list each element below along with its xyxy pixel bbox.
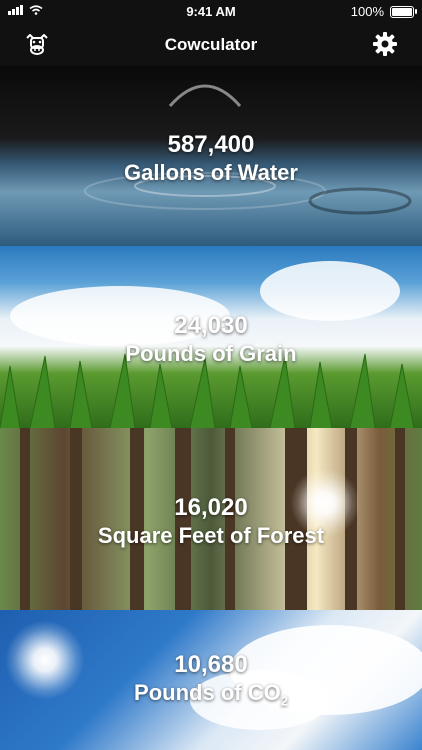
water-value: 587,400	[167, 131, 255, 158]
nav-bar: Cowculator	[0, 22, 422, 66]
water-stat: 587,400 Gallons of Water	[124, 131, 298, 187]
battery-icon	[390, 5, 417, 18]
co2-label: Pounds of CO2	[134, 679, 288, 715]
settings-button[interactable]	[370, 30, 400, 58]
status-bar: 9:41 AM 100%	[0, 0, 422, 22]
co2-label-subscript: 2	[280, 693, 288, 709]
gear-icon	[373, 32, 397, 56]
battery-percent: 100%	[350, 4, 384, 19]
status-right: 100%	[350, 4, 417, 19]
co2-label-text: Pounds of CO	[134, 679, 281, 705]
grain-label: Pounds of Grain	[125, 341, 297, 366]
forest-panel[interactable]: 16,020 Square Feet of Forest	[0, 428, 422, 610]
grain-stat: 24,030 Pounds of Grain	[125, 312, 296, 368]
grain-panel[interactable]: 24,030 Pounds of Grain	[0, 246, 422, 428]
nav-title: Cowculator	[164, 35, 258, 54]
forest-stat: 16,020 Square Feet of Forest	[98, 494, 324, 550]
water-panel[interactable]: 587,400 Gallons of Water	[0, 66, 422, 246]
water-label: Gallons of Water	[124, 160, 298, 185]
grain-value: 24,030	[174, 312, 248, 339]
co2-panel[interactable]: 10,680 Pounds of CO2	[0, 610, 422, 750]
forest-label: Square Feet of Forest	[97, 523, 325, 548]
forest-value: 16,020	[174, 494, 248, 521]
sun-glare-co2	[5, 620, 85, 700]
co2-stat: 10,680 Pounds of CO2	[134, 651, 288, 715]
co2-value: 10,680	[174, 650, 248, 678]
